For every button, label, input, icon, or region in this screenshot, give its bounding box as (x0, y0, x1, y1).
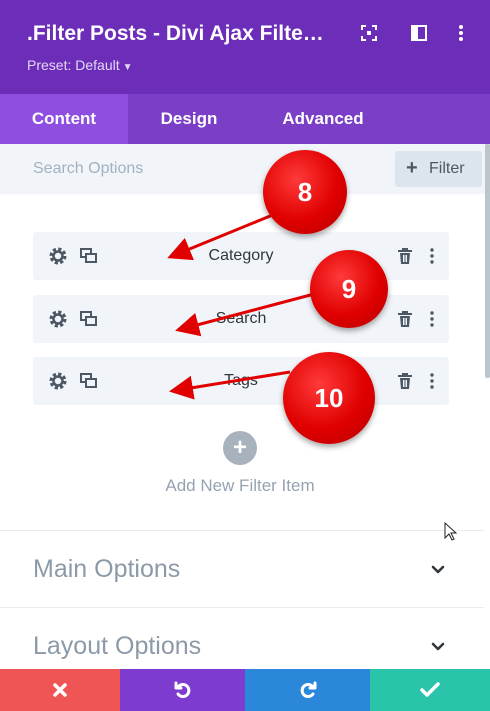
more-vertical-icon[interactable] (452, 24, 470, 42)
sidebar-toggle-icon[interactable] (410, 24, 428, 42)
save-button[interactable] (370, 669, 490, 711)
more-vertical-icon[interactable] (422, 246, 442, 266)
add-filter-item-button[interactable]: + (223, 431, 257, 465)
tab-advanced[interactable]: Advanced (250, 94, 396, 144)
annotation-marker-8: 8 (263, 150, 347, 234)
filter-item-category[interactable]: Category (33, 232, 449, 280)
redo-icon (300, 681, 316, 698)
trash-icon[interactable] (395, 246, 415, 266)
undo-icon (174, 681, 190, 698)
caret-down-icon: ▼ (122, 62, 133, 73)
section-main-options[interactable]: Main Options (0, 530, 484, 607)
settings-tabs: Content Design Advanced (0, 94, 490, 144)
footer-action-bar (0, 669, 490, 711)
undo-button[interactable] (120, 669, 245, 711)
redo-button[interactable] (245, 669, 370, 711)
module-settings-header: .Filter Posts - Divi Ajax Filte… Preset:… (0, 0, 490, 94)
more-vertical-icon[interactable] (422, 371, 442, 391)
filter-item-tags[interactable]: Tags (33, 357, 449, 405)
focus-icon[interactable] (360, 24, 378, 42)
more-vertical-icon[interactable] (422, 309, 442, 329)
preset-selector[interactable]: Preset: Default ▼ (27, 57, 133, 73)
mouse-cursor-icon (444, 522, 458, 541)
modal-title: .Filter Posts - Divi Ajax Filte… (27, 22, 324, 45)
scrollbar[interactable] (485, 144, 490, 378)
annotation-marker-10: 10 (283, 352, 375, 444)
chevron-down-icon (429, 561, 447, 579)
check-icon (420, 682, 440, 697)
filter-button[interactable]: + Filter (395, 151, 482, 187)
plus-icon: + (232, 434, 247, 461)
preset-label: Preset: Default (27, 57, 120, 73)
filter-item-label: Search (215, 310, 267, 327)
trash-icon[interactable] (395, 309, 415, 329)
discard-button[interactable] (0, 669, 120, 711)
filter-item-label: Tags (224, 372, 258, 389)
section-title: Layout Options (33, 632, 202, 660)
filter-item-label: Category (208, 247, 274, 264)
chevron-down-icon (429, 638, 447, 656)
filter-item-search[interactable]: Search (33, 295, 449, 343)
tab-content[interactable]: Content (0, 94, 128, 144)
section-title: Main Options (33, 555, 181, 583)
annotation-marker-9: 9 (310, 250, 388, 328)
add-filter-item-label[interactable]: Add New Filter Item (0, 476, 480, 496)
search-options-label[interactable]: Search Options (33, 160, 143, 178)
filter-button-label: Filter (429, 160, 465, 177)
tab-design[interactable]: Design (128, 94, 250, 144)
trash-icon[interactable] (395, 371, 415, 391)
close-icon (53, 683, 67, 697)
plus-icon: + (406, 157, 418, 179)
